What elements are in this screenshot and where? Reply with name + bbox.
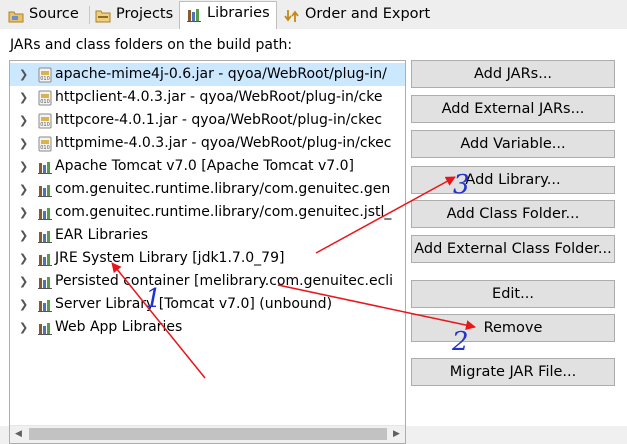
tree-item[interactable]: ❯ JRE System Library [jdk1.7.0_79] (10, 247, 405, 270)
tree-item-label: Web App Libraries (55, 319, 183, 335)
library-icon (38, 254, 52, 266)
tree-item-label: Apache Tomcat v7.0 [Apache Tomcat v7.0] (55, 158, 355, 174)
libraries-panel: JARs and class folders on the build path… (0, 29, 627, 444)
tree-item[interactable]: ❯ 010 httpmime-4.0.3.jar - qyoa/WebRoot/… (10, 132, 405, 155)
source-folder-icon (8, 11, 24, 23)
build-path-caption: JARs and class folders on the build path… (10, 37, 293, 53)
expand-chevron-icon[interactable]: ❯ (19, 155, 28, 178)
library-icon (38, 323, 52, 335)
library-tree[interactable]: ❯ 010 apache-mime4j-0.6.jar - qyoa/WebRo… (9, 60, 406, 444)
tree-item-label: httpclient-4.0.3.jar - qyoa/WebRoot/plug… (55, 89, 383, 105)
tree-item[interactable]: ❯ EAR Libraries (10, 224, 405, 247)
expand-chevron-icon[interactable]: ❯ (19, 316, 28, 339)
expand-chevron-icon[interactable]: ❯ (19, 201, 28, 224)
jar-icon: 010 (38, 136, 52, 152)
expand-chevron-icon[interactable]: ❯ (19, 178, 28, 201)
scroll-right-icon[interactable]: ▶ (388, 426, 405, 443)
jar-icon: 010 (38, 113, 52, 129)
tree-item[interactable]: ❯ Apache Tomcat v7.0 [Apache Tomcat v7.0… (10, 155, 405, 178)
tab-libraries[interactable]: Libraries (179, 1, 277, 30)
expand-chevron-icon[interactable]: ❯ (19, 293, 28, 316)
annotation-number-1: 1 (145, 284, 162, 314)
expand-chevron-icon[interactable]: ❯ (19, 247, 28, 270)
tree-item[interactable]: ❯ com.genuitec.runtime.library/com.genui… (10, 201, 405, 224)
tree-item-label: Persisted container [melibrary.com.genui… (55, 273, 394, 289)
expand-chevron-icon[interactable]: ❯ (19, 132, 28, 155)
library-icon (38, 300, 52, 312)
add-external-class-folder-button[interactable]: Add External Class Folder... (411, 235, 615, 263)
add-variable-button[interactable]: Add Variable... (411, 130, 615, 158)
expand-chevron-icon[interactable]: ❯ (19, 270, 28, 293)
svg-text:010: 010 (40, 122, 50, 128)
annotation-number-2: 2 (452, 327, 469, 357)
scrollbar-thumb[interactable] (29, 428, 387, 440)
tree-item-label: JRE System Library [jdk1.7.0_79] (55, 250, 285, 266)
svg-text:010: 010 (40, 99, 50, 105)
tree-item[interactable]: ❯ Server Library [Tomcat v7.0] (unbound) (10, 293, 405, 316)
scroll-left-icon[interactable]: ◀ (10, 426, 27, 443)
tree-item[interactable]: ❯ Web App Libraries (10, 316, 405, 339)
jar-icon: 010 (38, 67, 52, 83)
expand-chevron-icon[interactable]: ❯ (19, 224, 28, 247)
horizontal-scrollbar[interactable]: ◀ ▶ (10, 425, 405, 443)
svg-text:010: 010 (40, 76, 50, 82)
add-class-folder-button[interactable]: Add Class Folder... (411, 200, 615, 228)
tree-item-label: apache-mime4j-0.6.jar - qyoa/WebRoot/plu… (55, 66, 387, 82)
libraries-icon (187, 9, 201, 22)
tree-item-label: httpmime-4.0.3.jar - qyoa/WebRoot/plug-i… (55, 135, 392, 151)
tab-order-export-label: Order and Export (305, 6, 431, 22)
edit-button[interactable]: Edit... (411, 280, 615, 308)
expand-chevron-icon[interactable]: ❯ (19, 109, 28, 132)
projects-icon (95, 10, 111, 23)
add-library-button[interactable]: Add Library... (411, 166, 615, 194)
tree-item[interactable]: ❯ 010 httpcore-4.0.1.jar - qyoa/WebRoot/… (10, 109, 405, 132)
tab-projects[interactable]: Projects (89, 3, 178, 28)
tab-source-label: Source (29, 6, 79, 22)
tree-item[interactable]: ❯ Persisted container [melibrary.com.gen… (10, 270, 405, 293)
tree-item-label: com.genuitec.runtime.library/com.genuite… (55, 181, 391, 197)
add-external-jars-button[interactable]: Add External JARs... (411, 95, 615, 123)
library-icon (38, 277, 52, 289)
annotation-number-3: 3 (453, 170, 470, 200)
tab-libraries-label: Libraries (207, 5, 270, 21)
tab-bar: Source Projects Libraries Order and Expo… (0, 0, 627, 30)
tab-source[interactable]: Source (2, 3, 88, 28)
jar-icon: 010 (38, 90, 52, 106)
library-icon (38, 162, 52, 174)
tree-item-label: httpcore-4.0.1.jar - qyoa/WebRoot/plug-i… (55, 112, 383, 128)
tab-order-and-export[interactable]: Order and Export (278, 3, 436, 28)
tree-item[interactable]: ❯ 010 apache-mime4j-0.6.jar - qyoa/WebRo… (10, 63, 405, 86)
migrate-jar-file-button[interactable]: Migrate JAR File... (411, 358, 615, 386)
tree-item-label: EAR Libraries (55, 227, 149, 243)
library-icon (38, 231, 52, 243)
remove-button[interactable]: Remove (411, 314, 615, 342)
tree-item-label: Server Library [Tomcat v7.0] (unbound) (55, 296, 333, 312)
order-export-icon (284, 10, 299, 22)
tree-item[interactable]: ❯ 010 httpclient-4.0.3.jar - qyoa/WebRoo… (10, 86, 405, 109)
tree-item[interactable]: ❯ com.genuitec.runtime.library/com.genui… (10, 178, 405, 201)
expand-chevron-icon[interactable]: ❯ (19, 86, 28, 109)
svg-text:010: 010 (40, 145, 50, 151)
tree-item-label: com.genuitec.runtime.library/com.genuite… (55, 204, 392, 220)
library-icon (38, 185, 52, 197)
library-icon (38, 208, 52, 220)
expand-chevron-icon[interactable]: ❯ (19, 63, 28, 86)
tab-projects-label: Projects (116, 6, 174, 22)
add-jars-button[interactable]: Add JARs... (411, 60, 615, 88)
